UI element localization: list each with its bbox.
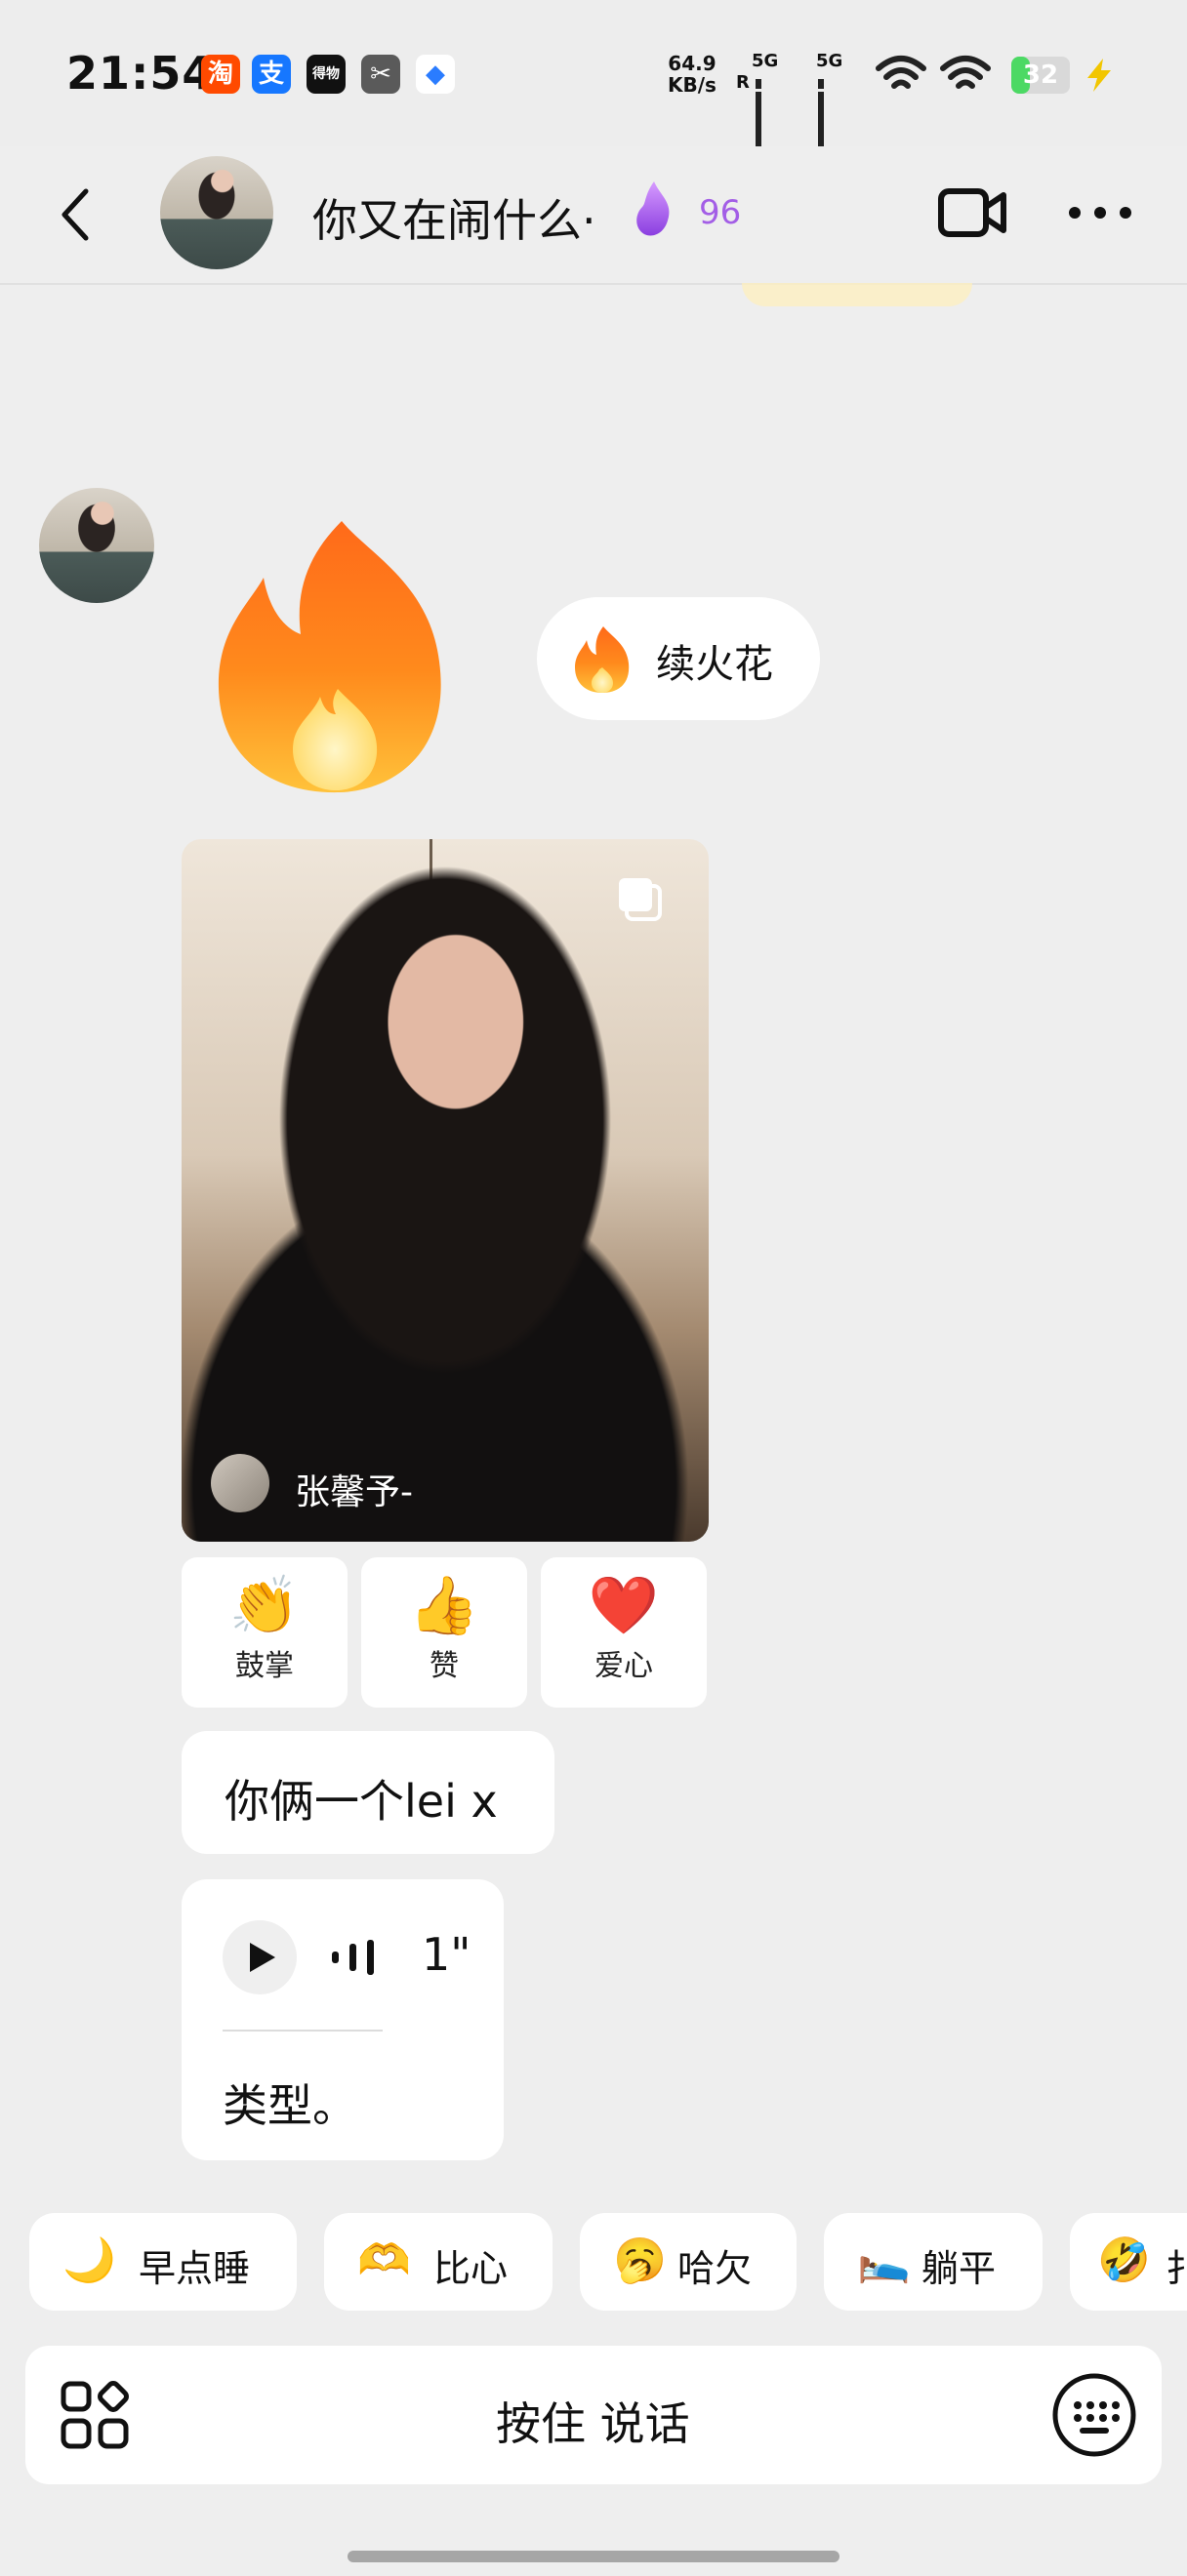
text-message-bubble[interactable]: 你俩一个lei x xyxy=(182,1731,554,1854)
quick-reply-label: 早点睡 xyxy=(139,2247,251,2290)
photo-author-avatar xyxy=(211,1454,269,1512)
small-fire-icon xyxy=(575,626,630,693)
quick-reply-sleep[interactable]: 🌙 早点睡 xyxy=(29,2213,297,2311)
text-message: 你俩一个lei x xyxy=(225,1775,498,1828)
charging-bolt-icon xyxy=(1087,59,1111,92)
quick-reply-label: 躺平 xyxy=(921,2247,997,2290)
previous-message-edge xyxy=(742,283,972,306)
quick-reply-label: 哈欠 xyxy=(677,2247,753,2290)
chat-header: 你又在闹什么· 96 xyxy=(0,146,1187,285)
yawn-emoji-icon: 🥱 xyxy=(613,2235,667,2285)
quick-reply-label: 扌 xyxy=(1166,2247,1187,2290)
wifi-icon xyxy=(876,56,926,89)
home-indicator[interactable] xyxy=(348,2551,839,2562)
voice-divider xyxy=(223,2030,383,2032)
quick-reply-yawn[interactable]: 🥱 哈欠 xyxy=(580,2213,797,2311)
input-bar: 按住 说话 xyxy=(25,2346,1162,2484)
taobao-icon: 淘 xyxy=(201,55,240,94)
multi-image-icon xyxy=(619,878,662,921)
reaction-label: 鼓掌 xyxy=(235,1649,294,1683)
play-icon xyxy=(250,1943,275,1972)
voice-message-bubble[interactable]: 1" 类型。 xyxy=(182,1879,504,2160)
photo-author-name: 张馨予- xyxy=(295,1472,413,1512)
capcut-icon: ✂ xyxy=(361,55,400,94)
signal-1-roaming: R xyxy=(736,72,750,93)
lie-flat-emoji-icon: 🛌 xyxy=(857,2235,911,2285)
continue-spark-button[interactable]: 续火花 xyxy=(537,597,820,720)
wifi-icon xyxy=(940,56,991,89)
contact-avatar[interactable] xyxy=(160,156,273,269)
clap-icon: 👏 xyxy=(228,1572,301,1638)
quick-reply-heart-hands[interactable]: 🫶 比心 xyxy=(324,2213,553,2311)
reaction-clap-button[interactable]: 👏 鼓掌 xyxy=(182,1557,348,1708)
dewu-icon: 得物 xyxy=(307,55,346,94)
chat-title[interactable]: 你又在闹什么· xyxy=(312,185,596,250)
signal-2-type: 5G xyxy=(816,51,843,71)
alipay-icon: 支 xyxy=(252,55,291,94)
heart-icon: ❤️ xyxy=(588,1572,660,1638)
avatar-image xyxy=(39,488,154,603)
shared-photo-card[interactable]: 张馨予- xyxy=(182,839,709,1542)
reaction-label: 赞 xyxy=(430,1649,459,1683)
battery-level: 32 xyxy=(1022,60,1059,90)
shared-photo-image xyxy=(182,839,709,1542)
voice-wave-icon xyxy=(332,1940,374,1975)
laugh-emoji-icon: 🤣 xyxy=(1097,2235,1151,2285)
video-call-icon[interactable] xyxy=(937,183,1009,242)
continue-spark-label: 续火花 xyxy=(656,642,773,687)
voice-duration: 1" xyxy=(422,1928,471,1981)
battery-icon: 32 xyxy=(1011,57,1070,94)
fire-sticker-icon[interactable] xyxy=(205,515,469,800)
thumbs-up-icon: 👍 xyxy=(408,1572,480,1638)
heart-hands-emoji-icon: 🫶 xyxy=(357,2235,411,2285)
play-button[interactable] xyxy=(223,1920,297,1994)
voice-transcript: 类型。 xyxy=(223,2079,357,2132)
net-speed-unit: KB/s xyxy=(668,73,716,97)
sender-avatar[interactable] xyxy=(39,488,154,603)
sleep-emoji-icon: 🌙 xyxy=(62,2235,116,2285)
spark-crystal-icon xyxy=(636,181,670,236)
quick-reply-more[interactable]: 🤣 扌 xyxy=(1070,2213,1187,2311)
network-speed: 64.9 KB/s xyxy=(668,53,716,96)
signal-1-type: 5G xyxy=(752,51,779,71)
more-options-icon[interactable] xyxy=(1066,203,1134,222)
quick-reply-label: 比心 xyxy=(433,2247,509,2290)
quick-reply-lie-flat[interactable]: 🛌 躺平 xyxy=(824,2213,1043,2311)
keyboard-icon[interactable] xyxy=(1050,2371,1138,2459)
hold-to-talk-button[interactable]: 按住 说话 xyxy=(496,2389,690,2453)
status-bar: 21:54 淘 支 得物 ✂ ◆ 64.9 KB/s 5G R 5G 32 xyxy=(0,0,1187,156)
avatar-image xyxy=(160,156,273,269)
reaction-heart-button[interactable]: ❤️ 爱心 xyxy=(541,1557,707,1708)
net-speed-value: 64.9 xyxy=(668,52,716,75)
reaction-label: 爱心 xyxy=(594,1649,653,1683)
signal-bars-icon xyxy=(756,70,764,156)
blue-app-icon: ◆ xyxy=(416,55,455,94)
spark-score: 96 xyxy=(699,193,742,232)
back-arrow-icon[interactable] xyxy=(57,185,96,244)
signal-bars-icon xyxy=(818,70,827,156)
apps-grid-icon[interactable] xyxy=(59,2379,131,2451)
reaction-like-button[interactable]: 👍 赞 xyxy=(361,1557,527,1708)
status-time: 21:54 xyxy=(66,47,215,100)
